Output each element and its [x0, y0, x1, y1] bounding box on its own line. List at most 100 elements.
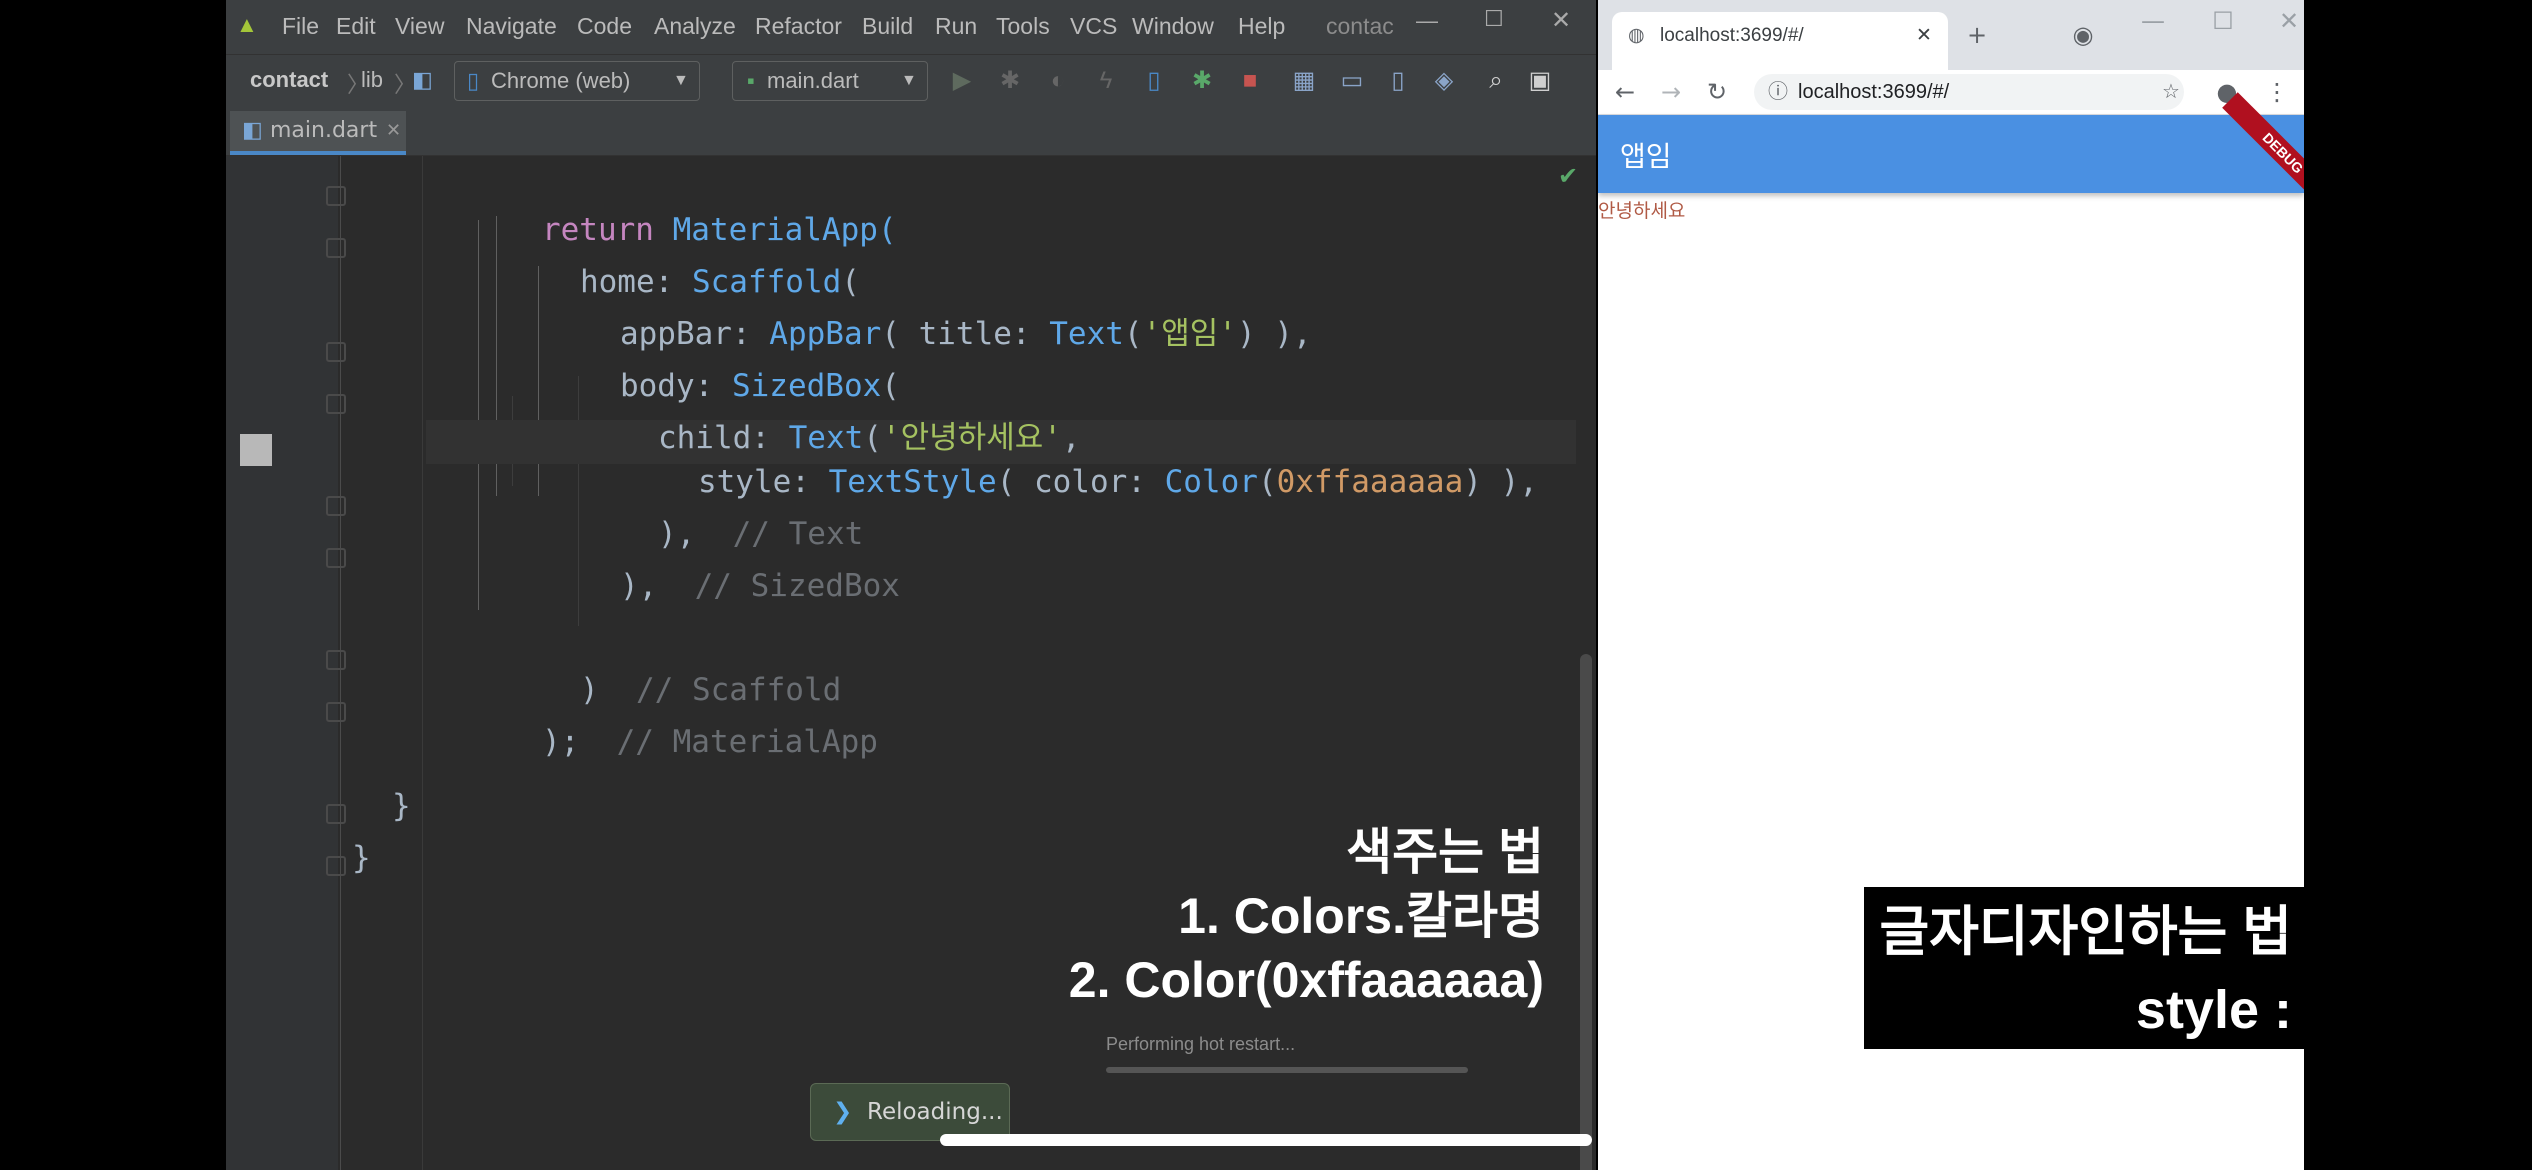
search-icon[interactable]: ⌕ — [1482, 67, 1510, 95]
code-token: ( — [1257, 464, 1277, 500]
address-bar[interactable]: ⓘ localhost:3699/#/ ☆ — [1754, 74, 2184, 110]
menu-vcs[interactable]: VCS — [1070, 13, 1117, 40]
fold-marker-icon[interactable] — [326, 548, 346, 568]
reloading-label: Reloading... — [867, 1099, 1003, 1125]
new-tab-icon[interactable]: + — [1962, 20, 1992, 50]
ide-toolbar: contact 〉 lib 〉 ◧ ▯ Chrome (web) ▼ ▪ mai… — [226, 54, 1596, 111]
account-icon[interactable]: ▣ — [1526, 67, 1554, 95]
run-config-label: main.dart — [767, 68, 859, 93]
sdk-manager-icon[interactable]: ◈ — [1430, 67, 1458, 95]
menu-navigate[interactable]: Navigate — [466, 13, 557, 40]
project-structure-icon[interactable]: ▦ — [1290, 67, 1318, 95]
reload-icon[interactable]: ↻ — [1702, 77, 1732, 107]
caption-line: style : TextStyle() — [2019, 980, 2292, 1118]
menu-edit[interactable]: Edit — [336, 13, 376, 40]
progress-bar — [1106, 1067, 1468, 1073]
hot-reload-icon[interactable]: ϟ — [1092, 67, 1120, 95]
run-icon[interactable]: ▶ — [948, 67, 976, 95]
code-editor[interactable]: return MaterialApp( home: Scaffold( appB… — [226, 156, 1596, 1170]
menu-kebab-icon[interactable]: ⋮ — [2262, 77, 2292, 107]
code-token: ) ), — [1463, 464, 1538, 500]
tab-label: main.dart — [270, 118, 378, 143]
fold-marker-icon[interactable] — [326, 496, 346, 516]
close-icon[interactable]: ✕ — [2274, 6, 2304, 36]
terminal-icon[interactable]: ▭ — [1338, 67, 1366, 95]
browser-tab[interactable]: ◍ localhost:3699/#/ ✕ — [1612, 12, 1948, 70]
editor-scrollbar[interactable] — [1580, 654, 1592, 1170]
breadcrumb-project[interactable]: contact — [250, 67, 328, 93]
ide-window: ▲ File Edit View Navigate Code Analyze R… — [226, 0, 1596, 1170]
code-line-10: ); // MaterialApp — [430, 682, 878, 802]
menu-tools[interactable]: Tools — [996, 13, 1050, 40]
flutter-appbar: 앱임 — [1598, 115, 2304, 193]
browser-toolbar: ← → ↻ ⓘ localhost:3699/#/ ☆ ● ⋮ — [1598, 70, 2304, 115]
tab-main-dart[interactable]: ◧ main.dart ✕ — [230, 111, 406, 155]
window-title: contac — [1326, 13, 1394, 39]
menu-code[interactable]: Code — [577, 13, 632, 40]
code-token: Color — [1164, 464, 1258, 500]
editor-tabbar: ◧ main.dart ✕ — [226, 111, 1596, 156]
menu-build[interactable]: Build — [862, 13, 913, 40]
ide-menubar: ▲ File Edit View Navigate Code Analyze R… — [226, 0, 1596, 54]
menu-window[interactable]: Window — [1132, 13, 1214, 40]
progress-text: Performing hot restart... — [1106, 1034, 1296, 1054]
code-comment: // MaterialApp — [616, 724, 878, 760]
globe-icon: ◍ — [1628, 25, 1645, 46]
coverage-icon[interactable]: ◐ — [1044, 67, 1072, 95]
code-token: ) ), — [1236, 316, 1312, 352]
code-token: Text — [1049, 316, 1124, 352]
attach-debugger-icon[interactable]: ✱ — [1188, 67, 1216, 95]
check-icon: ✔ — [1558, 162, 1579, 190]
menu-run[interactable]: Run — [935, 13, 977, 40]
maximize-icon[interactable]: ☐ — [1484, 6, 1504, 32]
reloading-toast: ❯ Reloading... — [810, 1083, 1010, 1141]
url-text: localhost:3699/#/ — [1798, 81, 1950, 103]
indent-guide — [422, 156, 423, 1170]
fold-marker-icon[interactable] — [326, 702, 346, 722]
fold-marker-icon[interactable] — [326, 342, 346, 362]
menu-help[interactable]: Help — [1238, 13, 1285, 40]
chevron-down-icon: ▼ — [673, 72, 689, 89]
close-icon[interactable]: ✕ — [1551, 6, 1571, 35]
fold-marker-icon[interactable] — [326, 186, 346, 206]
menu-refactor[interactable]: Refactor — [755, 13, 842, 40]
appbar-title: 앱임 — [1620, 140, 1672, 173]
overlay-annotation: 색주는 법 1. Colors.칼라명 2. Color(0xffaaaaaa) — [226, 820, 1544, 1012]
code-token: ( title: — [881, 316, 1050, 352]
overlay-line: 1. Colors.칼라명 — [1178, 888, 1544, 944]
menu-file[interactable]: File — [282, 13, 319, 40]
minimize-icon[interactable]: — — [1416, 8, 1438, 34]
info-icon: ⓘ — [1768, 81, 1788, 103]
stop-icon[interactable]: ■ — [1236, 67, 1264, 95]
chevron-down-icon: ▼ — [901, 72, 917, 89]
back-icon[interactable]: ← — [1610, 77, 1640, 107]
avd-manager-icon[interactable]: ▯ — [1384, 67, 1412, 95]
indent-guide — [340, 156, 341, 1170]
device-selector[interactable]: ▯ Chrome (web) ▼ — [454, 61, 700, 101]
color-swatch-icon[interactable] — [240, 434, 272, 466]
android-studio-logo-icon: ▲ — [236, 12, 258, 37]
device-selector-label: Chrome (web) — [491, 68, 631, 93]
run-config-selector[interactable]: ▪ main.dart ▼ — [732, 61, 928, 101]
maximize-icon[interactable]: ☐ — [2208, 6, 2238, 36]
tab-search-icon[interactable]: ◉ — [2068, 20, 2098, 50]
video-scrub-bar[interactable] — [940, 1134, 1592, 1146]
bookmark-star-icon[interactable]: ☆ — [2162, 74, 2180, 110]
dart-file-icon: ◧ — [412, 67, 433, 92]
caption-line: 글자디자인하는 법 — [1879, 902, 2292, 962]
minimize-icon[interactable]: — — [2138, 6, 2168, 36]
debug-icon[interactable]: ✱ — [996, 67, 1024, 95]
forward-icon[interactable]: → — [1656, 77, 1686, 107]
breadcrumb-folder[interactable]: lib — [361, 67, 383, 93]
flutter-icon: ❯ — [833, 1099, 853, 1125]
fold-marker-icon[interactable] — [326, 238, 346, 258]
overlay-line: 2. Color(0xffaaaaaa) — [1068, 952, 1544, 1008]
fold-marker-icon[interactable] — [326, 394, 346, 414]
menu-view[interactable]: View — [395, 13, 444, 40]
code-line-8: ), // SizedBox — [508, 526, 900, 646]
close-tab-icon[interactable]: ✕ — [1916, 12, 1932, 60]
menu-analyze[interactable]: Analyze — [654, 13, 736, 40]
fold-marker-icon[interactable] — [326, 650, 346, 670]
device-icon[interactable]: ▯ — [1140, 67, 1168, 95]
close-tab-icon[interactable]: ✕ — [386, 111, 401, 151]
